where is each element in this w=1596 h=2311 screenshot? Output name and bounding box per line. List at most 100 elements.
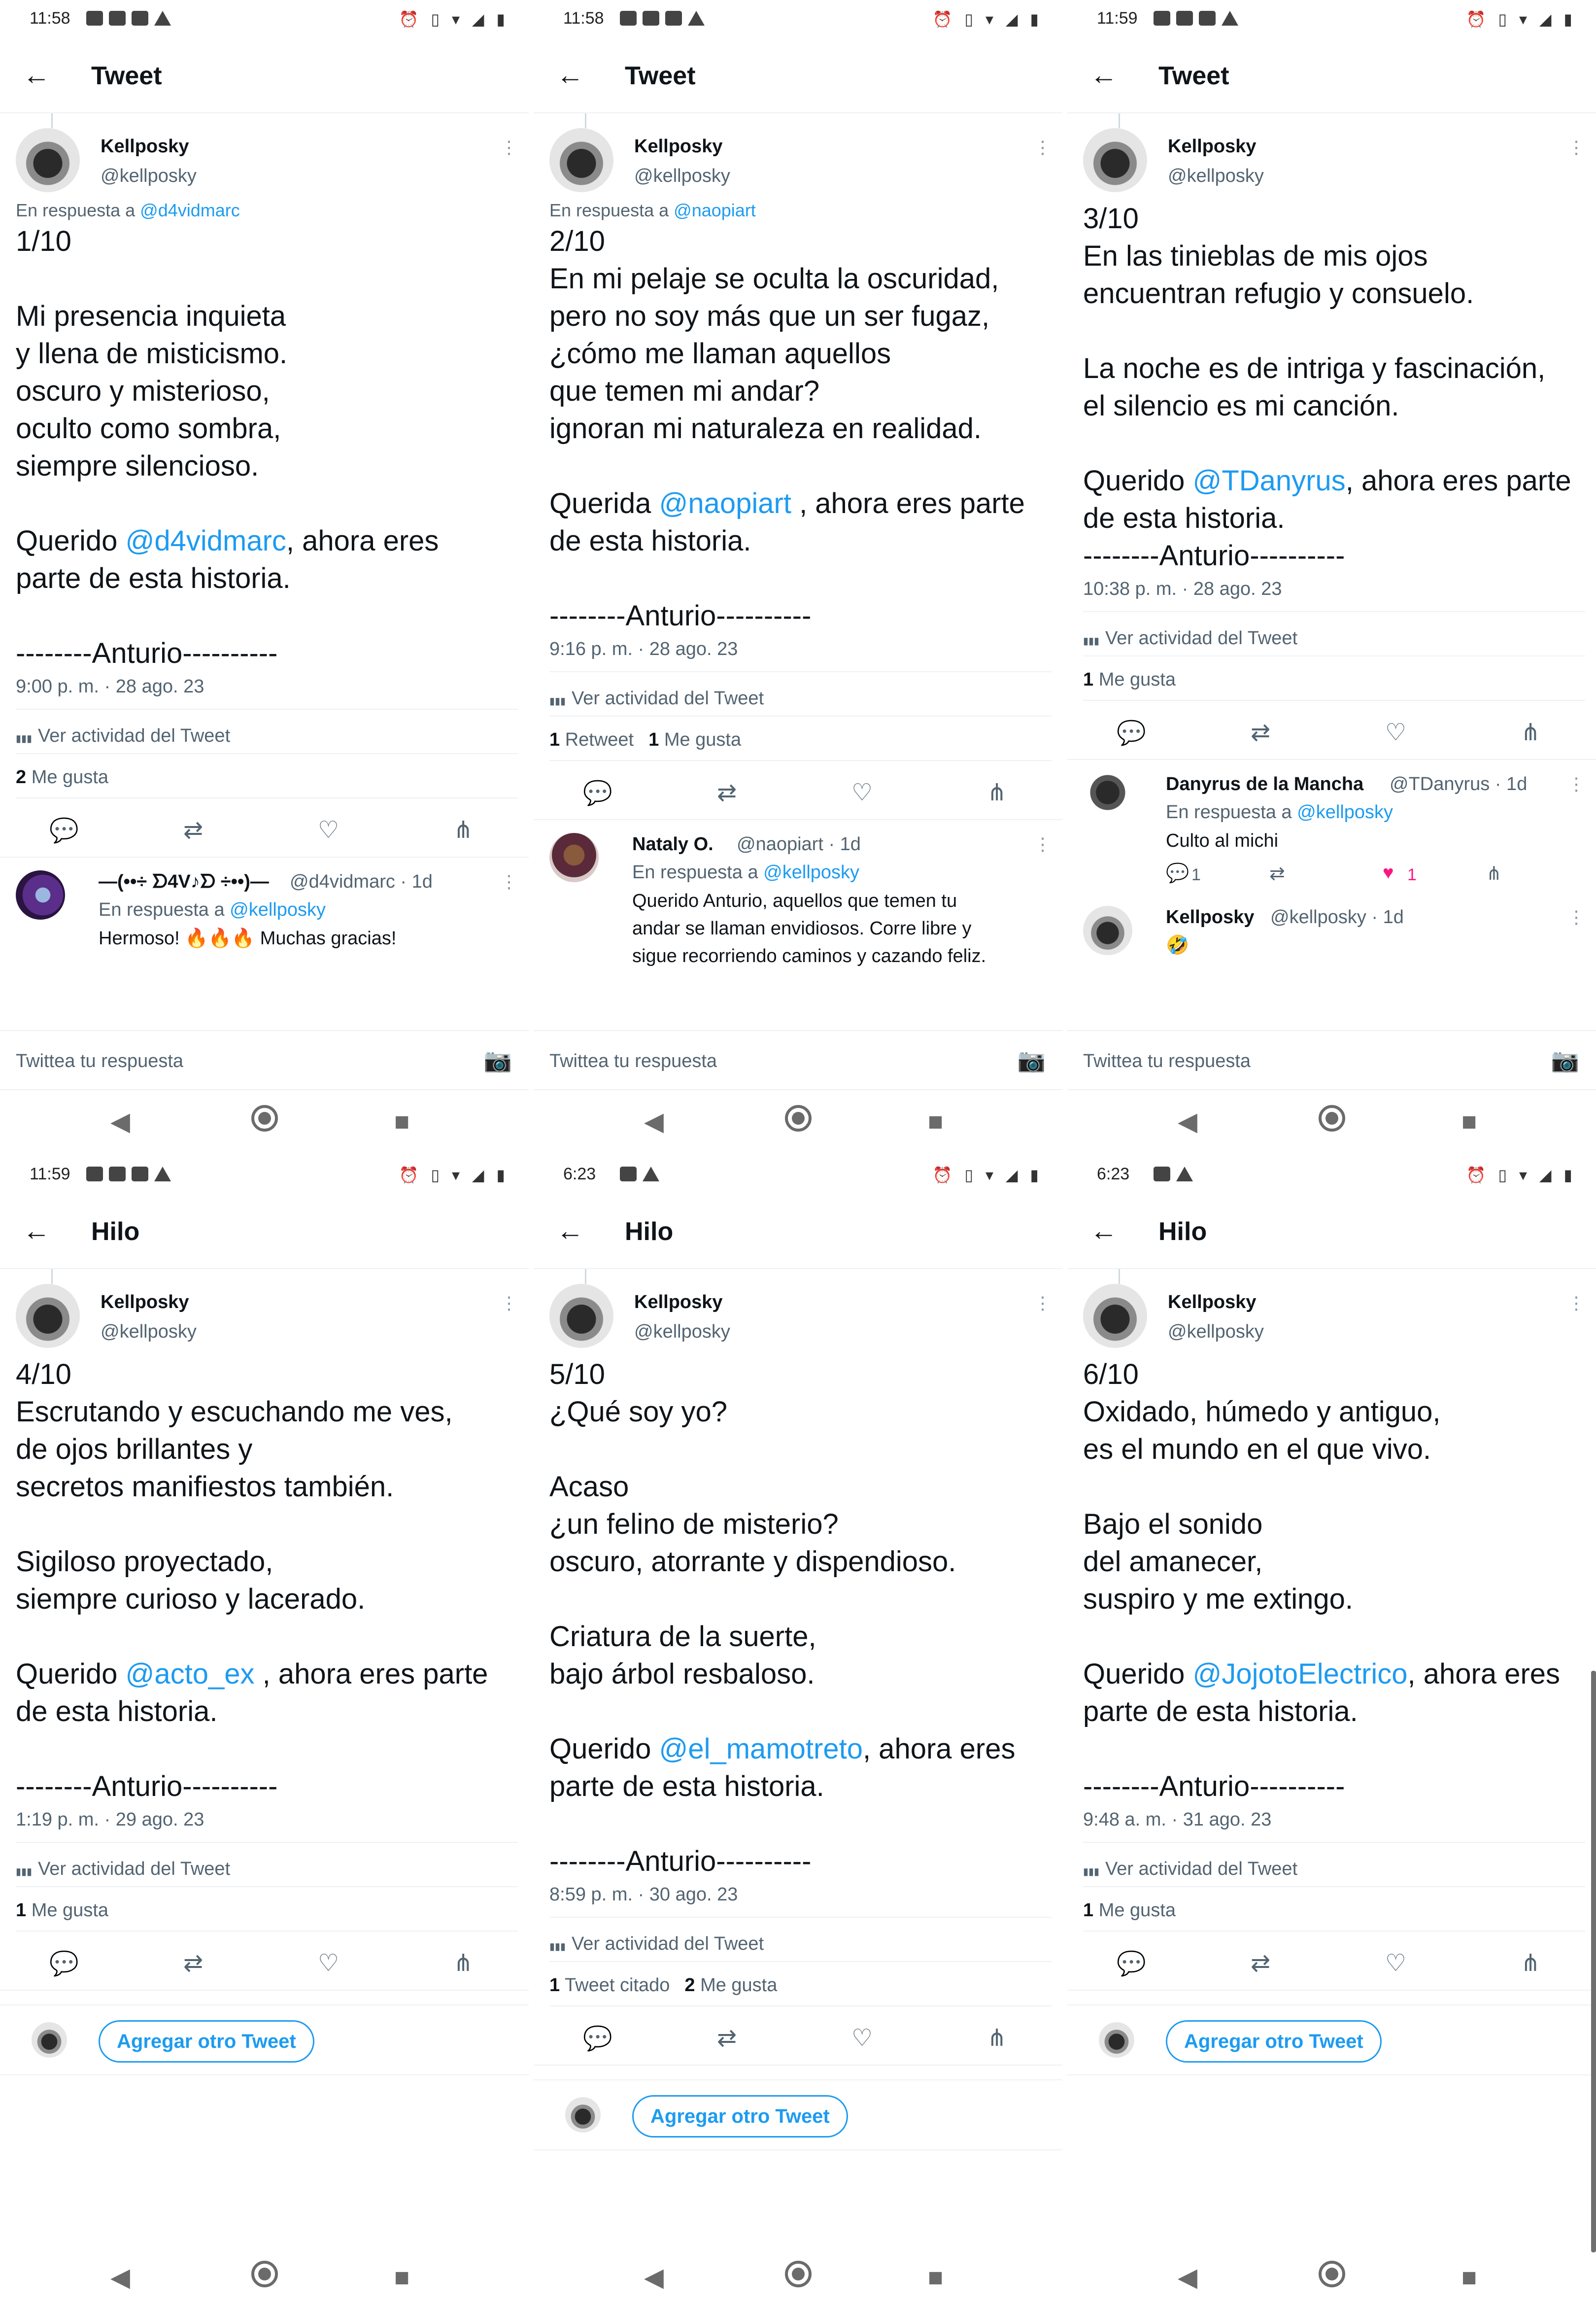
add-another-tweet-button[interactable]: Agregar otro Tweet [99, 2020, 314, 2063]
nav-recents-icon[interactable]: ■ [394, 1107, 409, 1137]
author-name[interactable]: Kellposky [634, 136, 723, 157]
nav-recents-icon[interactable]: ■ [928, 1107, 943, 1137]
back-arrow-icon[interactable]: ← [556, 61, 584, 89]
author-name[interactable]: Kellposky [101, 136, 189, 157]
retweet-icon[interactable]: ⇄ [1251, 1949, 1270, 1977]
reply-avatar[interactable] [16, 870, 65, 920]
nav-back-icon[interactable]: ◀ [1178, 2263, 1197, 2292]
author-name[interactable]: Kellposky [1168, 1292, 1256, 1313]
stat-item[interactable]: 1 Tweet citado [549, 1975, 670, 1996]
scrollbar-thumb[interactable] [1591, 1671, 1596, 2252]
reply-mention[interactable]: @kellposky [230, 899, 326, 920]
share-icon[interactable]: ⋔ [1486, 862, 1502, 885]
nav-back-icon[interactable]: ◀ [644, 1107, 664, 1137]
retweet-icon[interactable]: ⇄ [1251, 719, 1270, 746]
reply-composer[interactable]: Twittea tu respuesta 📷 [534, 1030, 1062, 1090]
heart-icon[interactable]: ♡ [851, 2024, 873, 2052]
stat-item[interactable]: 1 Me gusta [1083, 669, 1176, 690]
compose-placeholder[interactable]: Twittea tu respuesta [1083, 1051, 1251, 1072]
nav-home-icon[interactable] [251, 1105, 278, 1132]
reply-mention[interactable]: @kellposky [1297, 802, 1393, 823]
mention-link[interactable]: @el_mamotreto [659, 1733, 862, 1765]
view-activity-link[interactable]: ▮▮▮ Ver actividad del Tweet [549, 688, 764, 709]
reply-author-name[interactable]: Nataly O. [632, 834, 713, 855]
camera-icon[interactable]: 📷 [1551, 1047, 1579, 1074]
more-vertical-icon[interactable]: ⋮ [1034, 1293, 1052, 1313]
share-icon[interactable]: ⋔ [987, 2024, 1007, 2052]
heart-icon[interactable]: ♡ [1385, 1949, 1406, 1977]
reply-composer[interactable]: Twittea tu respuesta 📷 [1067, 1030, 1596, 1090]
more-vertical-icon[interactable]: ⋮ [1034, 834, 1052, 855]
stat-item[interactable]: 1 Me gusta [648, 729, 741, 750]
more-vertical-icon[interactable]: ⋮ [500, 137, 518, 158]
reply-author-name[interactable]: Danyrus de la Mancha [1166, 774, 1363, 795]
reply-icon[interactable]: 💬 [1166, 862, 1189, 884]
reply-mention[interactable]: @naopiart [674, 200, 756, 220]
reply-icon[interactable]: 💬 [583, 2024, 612, 2052]
more-vertical-icon[interactable]: ⋮ [1567, 774, 1585, 794]
view-activity-link[interactable]: ▮▮▮ Ver actividad del Tweet [16, 1859, 230, 1880]
reply-mention[interactable]: @kellposky [763, 862, 859, 883]
mention-link[interactable]: @naopiart [659, 487, 791, 519]
avatar[interactable] [16, 128, 80, 192]
author-name[interactable]: Kellposky [1168, 136, 1256, 157]
share-icon[interactable]: ⋔ [453, 1949, 473, 1977]
heart-icon[interactable]: ♡ [851, 779, 873, 806]
more-vertical-icon[interactable]: ⋮ [500, 1293, 518, 1313]
nav-recents-icon[interactable]: ■ [394, 2263, 409, 2292]
mention-link[interactable]: @d4vidmarc [125, 525, 286, 557]
back-arrow-icon[interactable]: ← [556, 1217, 584, 1244]
nav-home-icon[interactable] [785, 1105, 812, 1132]
reply-author-name[interactable]: Kellposky [1166, 907, 1255, 928]
reply-author-name[interactable]: —(••÷ ᗤ4V♪ᗤ ÷••)— [99, 871, 269, 893]
stat-item[interactable]: 2 Me gusta [16, 767, 108, 788]
avatar[interactable] [1083, 1284, 1147, 1348]
reply-mention[interactable]: @d4vidmarc [140, 200, 240, 220]
more-vertical-icon[interactable]: ⋮ [1567, 137, 1585, 158]
add-another-tweet-button[interactable]: Agregar otro Tweet [1166, 2020, 1382, 2063]
reply-icon[interactable]: 💬 [583, 779, 612, 807]
back-arrow-icon[interactable]: ← [23, 1217, 50, 1244]
reply-composer[interactable]: Twittea tu respuesta 📷 [0, 1030, 529, 1090]
retweet-icon[interactable]: ⇄ [1269, 862, 1285, 885]
stat-item[interactable]: 1 Me gusta [1083, 1900, 1176, 1921]
view-activity-link[interactable]: ▮▮▮ Ver actividad del Tweet [1083, 628, 1297, 649]
reply-avatar[interactable] [549, 833, 599, 882]
back-arrow-icon[interactable]: ← [1090, 61, 1118, 89]
share-icon[interactable]: ⋔ [1521, 1949, 1540, 1977]
view-activity-link[interactable]: ▮▮▮ Ver actividad del Tweet [1083, 1859, 1297, 1880]
more-vertical-icon[interactable]: ⋮ [500, 871, 518, 892]
add-another-tweet-button[interactable]: Agregar otro Tweet [632, 2095, 848, 2138]
nav-home-icon[interactable] [1319, 2261, 1345, 2287]
avatar[interactable] [1083, 128, 1147, 192]
nav-recents-icon[interactable]: ■ [1461, 2263, 1477, 2292]
nav-back-icon[interactable]: ◀ [110, 2263, 130, 2292]
mention-link[interactable]: @JojotoElectrico [1192, 1658, 1407, 1690]
nav-back-icon[interactable]: ◀ [1178, 1107, 1197, 1137]
view-activity-link[interactable]: ▮▮▮ Ver actividad del Tweet [16, 725, 230, 747]
more-vertical-icon[interactable]: ⋮ [1567, 907, 1585, 928]
share-icon[interactable]: ⋔ [987, 779, 1007, 806]
nav-home-icon[interactable] [1319, 1105, 1345, 1132]
reply-avatar[interactable] [1083, 773, 1132, 822]
stat-item[interactable]: 2 Me gusta [684, 1975, 777, 1996]
share-icon[interactable]: ⋔ [1521, 719, 1540, 746]
heart-icon[interactable]: ♥ [1383, 862, 1394, 884]
compose-placeholder[interactable]: Twittea tu respuesta [16, 1051, 183, 1072]
reply-icon[interactable]: 💬 [1117, 719, 1146, 747]
back-arrow-icon[interactable]: ← [1090, 1217, 1118, 1244]
view-activity-link[interactable]: ▮▮▮ Ver actividad del Tweet [549, 1933, 764, 1955]
compose-placeholder[interactable]: Twittea tu respuesta [549, 1051, 717, 1072]
mention-link[interactable]: @TDanyrus [1192, 465, 1345, 497]
avatar[interactable] [16, 1284, 80, 1348]
nav-back-icon[interactable]: ◀ [644, 2263, 664, 2292]
camera-icon[interactable]: 📷 [1018, 1047, 1046, 1074]
retweet-icon[interactable]: ⇄ [183, 816, 203, 844]
heart-icon[interactable]: ♡ [318, 816, 339, 844]
author-name[interactable]: Kellposky [101, 1292, 189, 1313]
mention-link[interactable]: @acto_ex [125, 1658, 254, 1690]
reply-icon[interactable]: 💬 [1117, 1949, 1146, 1977]
share-icon[interactable]: ⋔ [453, 816, 473, 844]
more-vertical-icon[interactable]: ⋮ [1567, 1293, 1585, 1313]
author-name[interactable]: Kellposky [634, 1292, 723, 1313]
